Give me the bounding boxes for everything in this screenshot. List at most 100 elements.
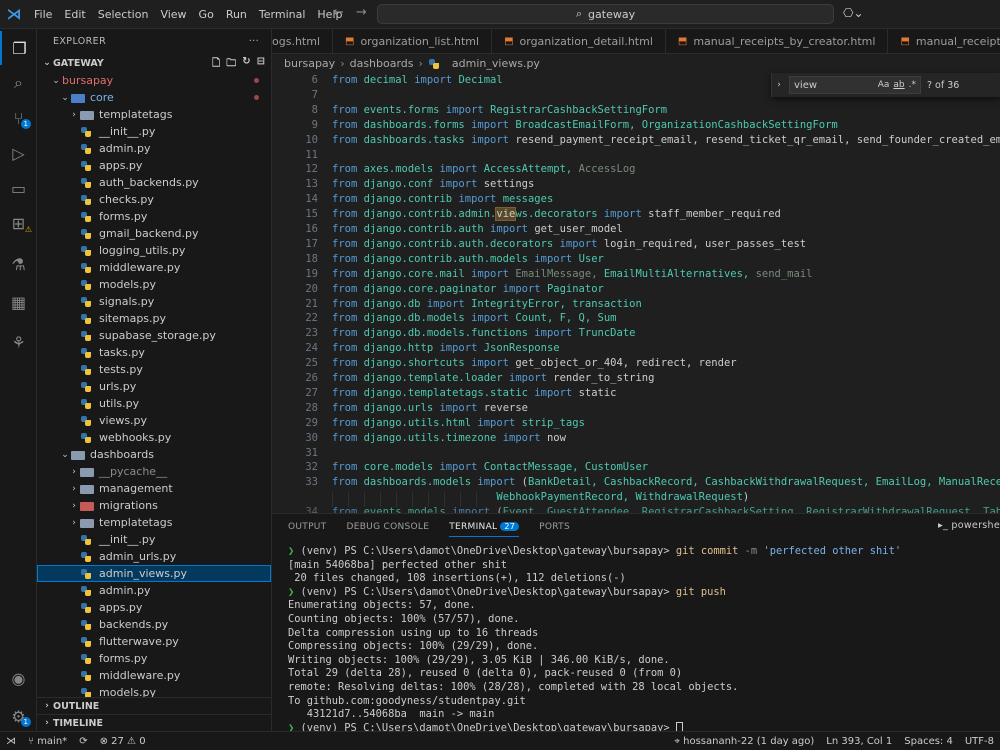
file-item[interactable]: views.py	[37, 412, 271, 429]
new-folder-icon[interactable]: 🗀	[226, 56, 236, 73]
breadcrumb-item[interactable]: dashboards	[350, 57, 414, 70]
file-item[interactable]: apps.py	[37, 157, 271, 174]
folder-item[interactable]: ⌄ core	[37, 89, 271, 106]
folder-item[interactable]: › management	[37, 480, 271, 497]
file-item[interactable]: auth_backends.py	[37, 174, 271, 191]
file-item[interactable]: signals.py	[37, 293, 271, 310]
tab-ports[interactable]: PORTS	[539, 522, 570, 532]
account-icon[interactable]: ◉	[0, 661, 37, 695]
workflow-icon[interactable]: ⚘	[0, 325, 37, 359]
file-item[interactable]: urls.py	[37, 378, 271, 395]
file-item[interactable]: models.py	[37, 276, 271, 293]
encoding[interactable]: UTF-8	[959, 736, 1000, 747]
folder-item[interactable]: › migrations	[37, 497, 271, 514]
collapse-all-icon[interactable]: ⊟	[257, 56, 265, 73]
menu-item-selection[interactable]: Selection	[92, 0, 155, 29]
code-token: django.contrib.auth	[363, 223, 491, 235]
terminal-output[interactable]: ❯ (venv) PS C:\Users\damot\OneDrive\Desk…	[288, 545, 901, 735]
workspace-section[interactable]: ⌄ GATEWAY 🗋 🗀 ↻ ⊟	[37, 54, 271, 72]
terminal-shell-selector[interactable]: ▸_ powershe	[938, 520, 1000, 531]
editor-tab[interactable]: ⬒ manual_receipt_creators.html	[888, 29, 1000, 53]
match-case-toggle[interactable]: Aa	[878, 80, 890, 90]
timeline-section[interactable]: › TIMELINE	[37, 714, 271, 731]
tab-terminal[interactable]: TERMINAL 27	[449, 521, 520, 537]
match-word-toggle[interactable]: ab	[893, 80, 904, 90]
editor-tab[interactable]: ⬒ organization_list.html	[333, 29, 493, 53]
code-line: 27 from django.templatetags.static import…	[272, 386, 1000, 401]
source-control-icon[interactable]: ⑂ 1	[0, 101, 37, 135]
file-item[interactable]: __init__.py	[37, 531, 271, 548]
file-item[interactable]: admin.py	[37, 582, 271, 599]
python-file-icon	[80, 279, 94, 291]
menu-item-file[interactable]: File	[28, 0, 58, 29]
remote-indicator-icon[interactable]: ⋊	[0, 736, 22, 747]
file-item[interactable]: middleware.py	[37, 667, 271, 684]
cursor-position[interactable]: Ln 393, Col 1	[820, 736, 898, 747]
copilot-icon[interactable]: ⎔⌄	[843, 6, 864, 20]
editor-tab[interactable]: ⬒ organization_detail.html	[492, 29, 666, 53]
containers-icon[interactable]: ▦	[0, 285, 37, 319]
problems-indicator[interactable]: ⊗ 27 ⚠ 0	[94, 736, 152, 747]
code-line: 10 from dashboards.tasks import resend_pa…	[272, 133, 1000, 148]
file-item[interactable]: admin_views.py	[37, 565, 271, 582]
file-item[interactable]: forms.py	[37, 650, 271, 667]
folder-item[interactable]: › templatetags	[37, 106, 271, 123]
file-item[interactable]: utils.py	[37, 395, 271, 412]
file-item[interactable]: __init__.py	[37, 123, 271, 140]
indentation[interactable]: Spaces: 4	[898, 736, 959, 747]
folder-item[interactable]: › templatetags	[37, 514, 271, 531]
vscode-logo-icon: ⋊	[6, 5, 22, 23]
code-editor[interactable]: 6 from decimal import Decimal 7 8 from event…	[272, 73, 1000, 513]
new-file-icon[interactable]: 🗋	[212, 56, 220, 73]
folder-item[interactable]: ⌄ dashboards	[37, 446, 271, 463]
extensions-icon[interactable]: ⊞ ⚠	[0, 206, 37, 240]
tab-debug-console[interactable]: DEBUG CONSOLE	[346, 522, 429, 532]
forward-arrow-icon[interactable]: →	[356, 5, 367, 20]
file-item[interactable]: admin.py	[37, 140, 271, 157]
file-item[interactable]: admin_urls.py	[37, 548, 271, 565]
file-item[interactable]: apps.py	[37, 599, 271, 616]
python-file-icon	[80, 636, 94, 648]
outline-section[interactable]: › OUTLINE	[37, 697, 271, 714]
editor-tab[interactable]: ogs.html	[272, 29, 333, 53]
file-item[interactable]: checks.py	[37, 191, 271, 208]
file-item[interactable]: sitemaps.py	[37, 310, 271, 327]
menu-item-view[interactable]: View	[154, 0, 192, 29]
file-item[interactable]: logging_utils.py	[37, 242, 271, 259]
file-item[interactable]: webhooks.py	[37, 429, 271, 446]
refresh-icon[interactable]: ↻	[242, 56, 250, 73]
editor-tab[interactable]: ⬒ manual_receipts_by_creator.html	[666, 29, 889, 53]
file-item[interactable]: backends.py	[37, 616, 271, 633]
breadcrumb-item[interactable]: bursapay	[284, 57, 335, 70]
testing-icon[interactable]: ⚗	[0, 247, 37, 281]
git-blame[interactable]: ⌖ hossananh-22 (1 day ago)	[668, 736, 820, 747]
folder-item[interactable]: › __pycache__	[37, 463, 271, 480]
more-actions-icon[interactable]: ···	[249, 36, 259, 47]
file-item[interactable]: middleware.py	[37, 259, 271, 276]
menu-item-terminal[interactable]: Terminal	[253, 0, 312, 29]
menu-item-go[interactable]: Go	[193, 0, 220, 29]
search-view-icon[interactable]: ⌕	[0, 66, 37, 100]
command-center-search[interactable]: ⌕ gateway	[377, 4, 834, 24]
file-item[interactable]: supabase_storage.py	[37, 327, 271, 344]
file-item[interactable]: tasks.py	[37, 344, 271, 361]
run-debug-icon[interactable]: ▷	[0, 136, 37, 170]
file-item[interactable]: tests.py	[37, 361, 271, 378]
file-item[interactable]: flutterwave.py	[37, 633, 271, 650]
find-input[interactable]: view Aa ab .*	[789, 76, 921, 94]
toggle-replace-icon[interactable]: ›	[772, 80, 786, 90]
breadcrumb-item[interactable]: admin_views.py	[452, 57, 540, 70]
file-item[interactable]: gmail_backend.py	[37, 225, 271, 242]
sync-icon[interactable]: ⟳	[73, 736, 93, 747]
remote-explorer-icon[interactable]: ▭	[0, 171, 37, 205]
regex-toggle[interactable]: .*	[909, 80, 916, 90]
folder-item[interactable]: ⌄ bursapay	[37, 72, 271, 89]
branch-indicator[interactable]: ⑂ main*	[22, 736, 73, 747]
file-item[interactable]: forms.py	[37, 208, 271, 225]
menu-item-run[interactable]: Run	[220, 0, 253, 29]
settings-gear-icon[interactable]: ⚙ 1	[0, 699, 37, 733]
tab-output[interactable]: OUTPUT	[288, 522, 326, 532]
explorer-icon[interactable]: ❐	[0, 31, 37, 65]
back-arrow-icon[interactable]: ←	[333, 5, 344, 20]
menu-item-edit[interactable]: Edit	[58, 0, 91, 29]
